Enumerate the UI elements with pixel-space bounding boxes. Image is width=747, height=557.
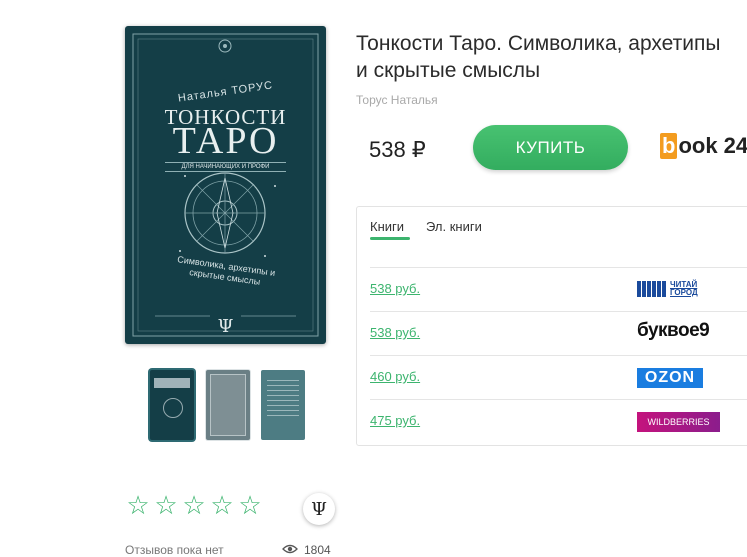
store-logo-bukvoed[interactable]: буквое9 (637, 320, 710, 342)
cover-publisher-logo: Ψ (217, 316, 234, 337)
thumbnail-lines-decor (267, 380, 299, 420)
star-icon[interactable]: ☆ (237, 492, 263, 518)
seller-logo-book24[interactable]: b ook 24 (660, 133, 747, 159)
star-icon[interactable]: ☆ (125, 492, 151, 518)
book24-logo-b: b (660, 133, 678, 159)
reviews-count: Отзывов пока нет (125, 543, 224, 557)
cover-title-line2: ТАРО (172, 120, 279, 162)
thumbnail-title-decor (154, 378, 190, 388)
book-author-link[interactable]: Торус Наталья (356, 93, 438, 107)
tab-books[interactable]: Книги (370, 219, 404, 234)
chitai-gorod-logo-text: ЧИТАЙ ГОРОД (670, 280, 698, 297)
row-divider (370, 355, 747, 356)
chitai-gorod-bars-icon (637, 281, 667, 297)
views-counter: 1804 (282, 543, 331, 557)
book-price: 538 ₽ (369, 137, 426, 163)
thumbnail-back[interactable] (261, 370, 305, 440)
offer-price-wildberries[interactable]: 475 руб. (370, 413, 420, 428)
active-tab-indicator (370, 237, 410, 240)
star-icon[interactable]: ☆ (209, 492, 235, 518)
thumbnail-inside[interactable] (206, 370, 250, 440)
store-logo-wildberries[interactable]: WILDBERRIES (637, 412, 720, 432)
row-divider (370, 267, 747, 268)
offer-price-chitai-gorod[interactable]: 538 руб. (370, 281, 420, 296)
book24-logo-text: ook 24 (678, 133, 747, 158)
currency-symbol: ₽ (411, 137, 426, 162)
store-logo-ozon[interactable]: OZON (637, 368, 703, 388)
eye-icon (282, 543, 298, 557)
star-icon[interactable]: ☆ (181, 492, 207, 518)
book-cover-image[interactable]: Наталья ТОРУС ТОНКОСТИ ТАРО ДЛЯ НАЧИНАЮЩ… (125, 26, 326, 344)
cover-subtitle: ДЛЯ НАЧИНАЮЩИХ И ПРОФИ (165, 162, 286, 172)
book-title: Тонкости Таро. Символика, архетипы и скр… (356, 32, 721, 82)
star-icon[interactable]: ☆ (153, 492, 179, 518)
views-value: 1804 (304, 543, 331, 557)
thumbnail-circle-decor (163, 398, 183, 418)
store-logo-chitai-gorod[interactable]: ЧИТАЙ ГОРОД (637, 281, 698, 297)
offer-price-bukvoed[interactable]: 538 руб. (370, 325, 420, 340)
row-divider (370, 399, 747, 400)
thumbnail-page-decor (210, 374, 246, 436)
publisher-logo-icon[interactable]: Ψ (303, 493, 335, 525)
row-divider (370, 311, 747, 312)
cover-ornament (132, 33, 319, 337)
offer-price-ozon[interactable]: 460 руб. (370, 369, 420, 384)
buy-button[interactable]: КУПИТЬ (473, 125, 628, 170)
thumbnail-front[interactable] (150, 370, 194, 440)
price-value: 538 (369, 137, 406, 162)
rating-stars[interactable]: ☆ ☆ ☆ ☆ ☆ (125, 492, 263, 518)
tab-ebooks[interactable]: Эл. книги (426, 219, 482, 234)
